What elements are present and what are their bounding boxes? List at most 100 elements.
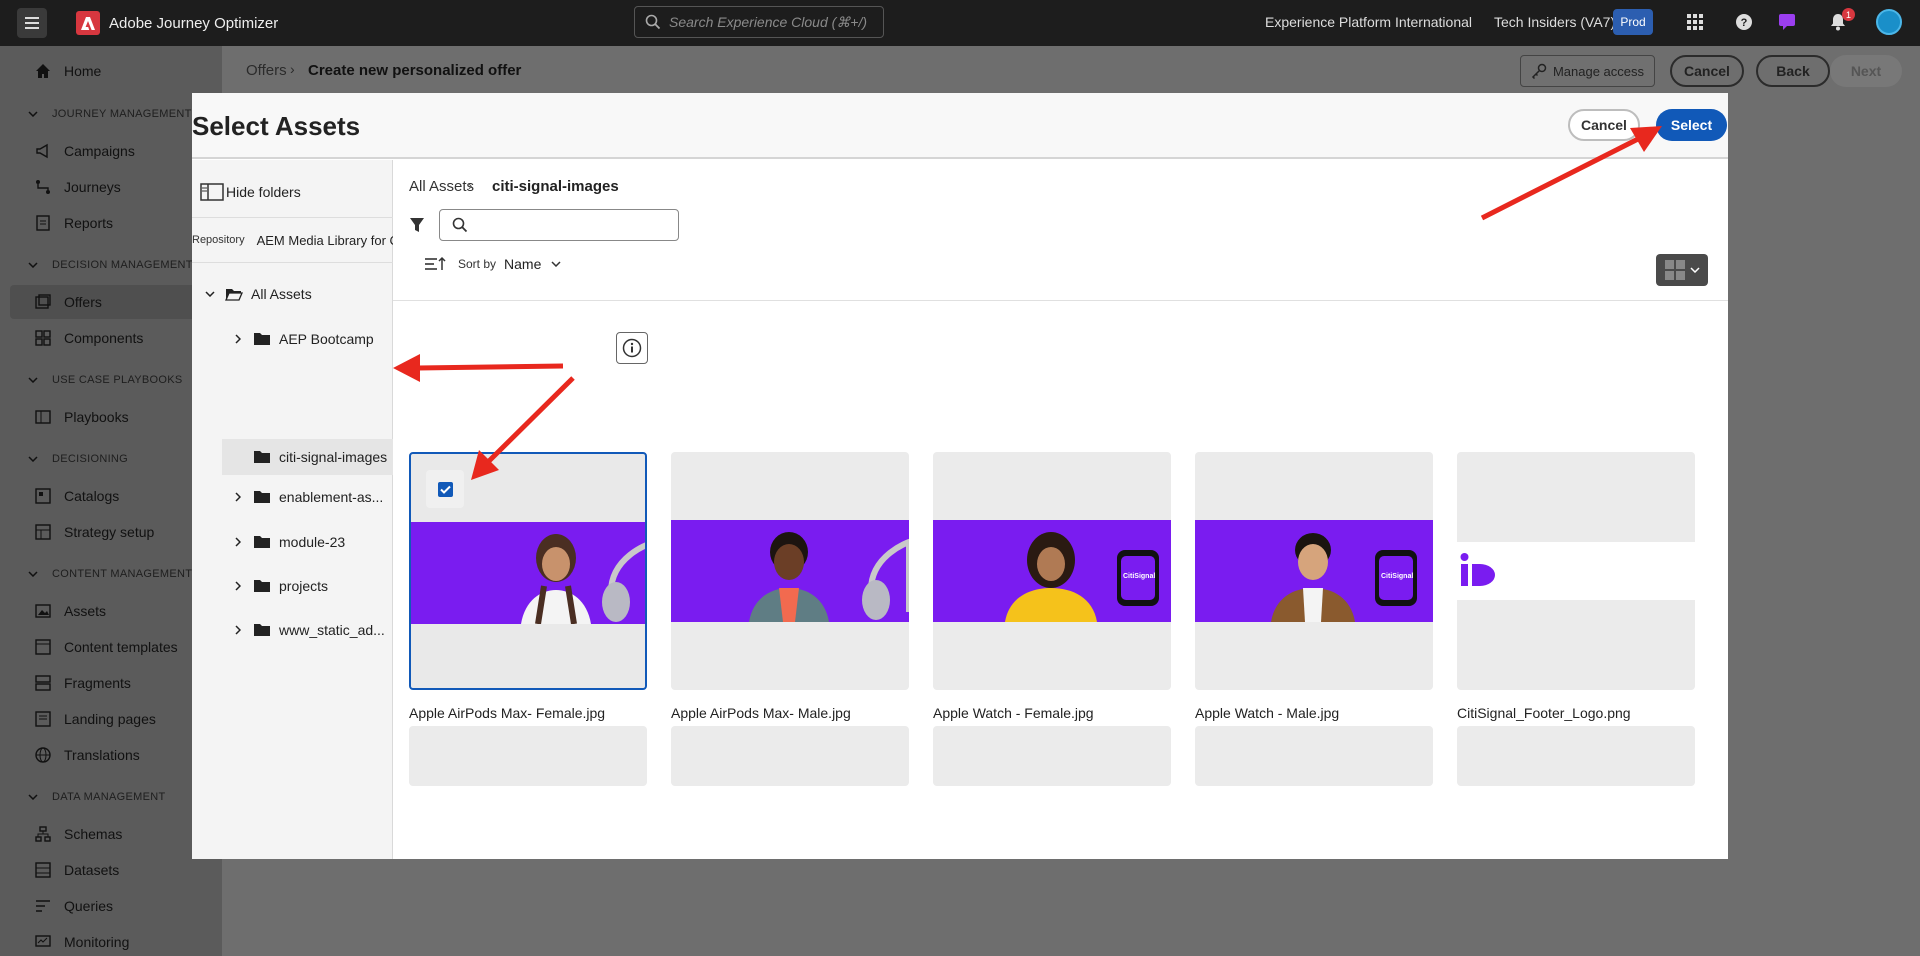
nav-schemas[interactable]: Schemas bbox=[10, 817, 218, 851]
nav-assets[interactable]: Assets bbox=[10, 594, 218, 628]
apps-grid-icon[interactable] bbox=[1684, 11, 1706, 33]
asset-card-placeholder[interactable] bbox=[1457, 726, 1695, 786]
dialog-select-button[interactable]: Select bbox=[1656, 109, 1727, 141]
info-button[interactable] bbox=[616, 332, 648, 364]
sort-control[interactable]: Sort by Name bbox=[424, 256, 561, 272]
page-cancel-button[interactable]: Cancel bbox=[1670, 55, 1744, 87]
feedback-icon[interactable] bbox=[1776, 11, 1798, 33]
nav-queries[interactable]: Queries bbox=[10, 889, 218, 923]
nav-datasets[interactable]: Datasets bbox=[10, 853, 218, 887]
nav-landing-pages[interactable]: Landing pages bbox=[10, 702, 218, 736]
nav-campaigns[interactable]: Campaigns bbox=[10, 134, 218, 168]
asset-card-placeholder[interactable] bbox=[1195, 726, 1433, 786]
nav-translations[interactable]: Translations bbox=[10, 738, 218, 772]
nav-home[interactable]: Home bbox=[10, 54, 218, 88]
asset-thumbnail bbox=[1457, 542, 1695, 600]
asset-name[interactable]: CitiSignal_Footer_Logo.png bbox=[1457, 705, 1631, 721]
sort-by-label: Sort by bbox=[458, 257, 497, 271]
sort-field-value[interactable]: Name bbox=[504, 256, 541, 272]
repository-selector[interactable]: Repository AEM Media Library for C bbox=[192, 217, 393, 263]
asset-card-placeholder[interactable] bbox=[671, 726, 909, 786]
tree-folder[interactable]: enablement-as... bbox=[232, 479, 383, 515]
section-content-management[interactable]: CONTENT MANAGEMENT bbox=[28, 568, 192, 580]
dataset-icon bbox=[34, 861, 52, 879]
asset-card[interactable]: CitiSignal bbox=[933, 452, 1171, 690]
asset-name[interactable]: Apple Watch - Male.jpg bbox=[1195, 705, 1339, 721]
nav-components-label: Components bbox=[64, 330, 144, 346]
user-avatar[interactable] bbox=[1876, 9, 1902, 35]
chevron-right-icon bbox=[232, 581, 244, 591]
help-icon[interactable]: ? bbox=[1733, 11, 1755, 33]
assets-panel: All Assets › citi-signal-images Sort by … bbox=[393, 160, 1728, 859]
section-decision-management[interactable]: DECISION MANAGEMENT bbox=[28, 259, 193, 271]
breadcrumb-all-assets[interactable]: All Assets bbox=[409, 178, 474, 195]
nav-reports[interactable]: Reports bbox=[10, 206, 218, 240]
chevron-right-icon bbox=[232, 537, 244, 547]
offers-icon bbox=[34, 293, 52, 311]
tree-all-assets[interactable]: All Assets bbox=[204, 276, 312, 312]
breadcrumb-current-folder: citi-signal-images bbox=[492, 178, 619, 195]
nav-monitoring[interactable]: Monitoring bbox=[10, 925, 218, 956]
asset-card[interactable] bbox=[1457, 452, 1695, 690]
section-data-management[interactable]: DATA MANAGEMENT bbox=[28, 791, 166, 803]
sandbox-switcher[interactable]: Tech Insiders (VA7) bbox=[1494, 14, 1615, 30]
tree-folder[interactable]: AEP Bootcamp bbox=[232, 321, 374, 357]
asset-card-selected[interactable] bbox=[409, 452, 647, 690]
section-decisioning[interactable]: DECISIONING bbox=[28, 453, 128, 465]
adobe-logo-icon[interactable] bbox=[76, 11, 100, 35]
folder-icon bbox=[253, 490, 271, 504]
nav-components[interactable]: Components bbox=[10, 321, 218, 355]
view-mode-button[interactable] bbox=[1656, 254, 1708, 286]
info-icon bbox=[622, 338, 642, 358]
section-use-case-playbooks[interactable]: USE CASE PLAYBOOKS bbox=[28, 374, 183, 386]
section-journey-management[interactable]: JOURNEY MANAGEMENT bbox=[28, 108, 192, 120]
nav-playbooks[interactable]: Playbooks bbox=[10, 400, 218, 434]
asset-checkbox[interactable] bbox=[426, 470, 464, 508]
app-title[interactable]: Adobe Journey Optimizer bbox=[109, 15, 278, 32]
strategy-icon bbox=[34, 523, 52, 541]
hide-folders-toggle[interactable]: Hide folders bbox=[200, 182, 301, 202]
chevron-down-icon[interactable] bbox=[551, 261, 561, 267]
global-search-input[interactable]: Search Experience Cloud (⌘+/) bbox=[634, 6, 884, 38]
assets-icon bbox=[34, 602, 52, 620]
tree-folder[interactable]: www_static_ad... bbox=[232, 612, 385, 648]
nav-journeys[interactable]: Journeys bbox=[10, 170, 218, 204]
page-back-button[interactable]: Back bbox=[1756, 55, 1830, 87]
nav-journeys-label: Journeys bbox=[64, 179, 121, 195]
org-switcher[interactable]: Experience Platform International bbox=[1265, 14, 1472, 30]
manage-access-button[interactable]: Manage access bbox=[1520, 55, 1655, 87]
chevron-down-icon bbox=[1689, 267, 1700, 273]
asset-name[interactable]: Apple AirPods Max- Male.jpg bbox=[671, 705, 851, 721]
dialog-header: Select Assets Cancel Select bbox=[192, 93, 1728, 159]
megaphone-icon bbox=[34, 142, 52, 160]
page-header: Offers › Create new personalized offer M… bbox=[222, 46, 1920, 96]
environment-badge[interactable]: Prod bbox=[1613, 9, 1653, 35]
nav-offers[interactable]: Offers bbox=[10, 285, 218, 319]
repository-label: Repository bbox=[192, 234, 245, 246]
asset-search-input[interactable] bbox=[439, 209, 679, 241]
asset-card-placeholder[interactable] bbox=[933, 726, 1171, 786]
nav-content-templates[interactable]: Content templates bbox=[10, 630, 218, 664]
asset-name[interactable]: Apple Watch - Female.jpg bbox=[933, 705, 1094, 721]
tree-folder[interactable]: projects bbox=[232, 568, 328, 604]
nav-catalogs[interactable]: Catalogs bbox=[10, 479, 218, 513]
tree-folder-selected[interactable]: citi-signal-images bbox=[232, 439, 387, 475]
key-icon bbox=[1531, 63, 1547, 79]
home-icon bbox=[34, 62, 52, 80]
template-icon bbox=[34, 638, 52, 656]
nav-strategy-setup[interactable]: Strategy setup bbox=[10, 515, 218, 549]
asset-card-placeholder[interactable] bbox=[409, 726, 647, 786]
breadcrumb-offers[interactable]: Offers bbox=[246, 62, 287, 79]
nav-fragments[interactable]: Fragments bbox=[10, 666, 218, 700]
tree-folder[interactable]: module-23 bbox=[232, 524, 345, 560]
repository-value[interactable]: AEM Media Library for C bbox=[257, 233, 393, 248]
sort-order-icon[interactable] bbox=[424, 256, 446, 272]
panel-toggle-icon bbox=[200, 183, 224, 201]
asset-card[interactable]: CitiSignal bbox=[1195, 452, 1433, 690]
hamburger-menu-icon[interactable] bbox=[17, 8, 47, 38]
dialog-cancel-button[interactable]: Cancel bbox=[1568, 109, 1640, 141]
asset-thumbnail bbox=[411, 522, 645, 624]
asset-name[interactable]: Apple AirPods Max- Female.jpg bbox=[409, 705, 605, 721]
asset-card[interactable] bbox=[671, 452, 909, 690]
filter-icon[interactable] bbox=[409, 217, 425, 233]
